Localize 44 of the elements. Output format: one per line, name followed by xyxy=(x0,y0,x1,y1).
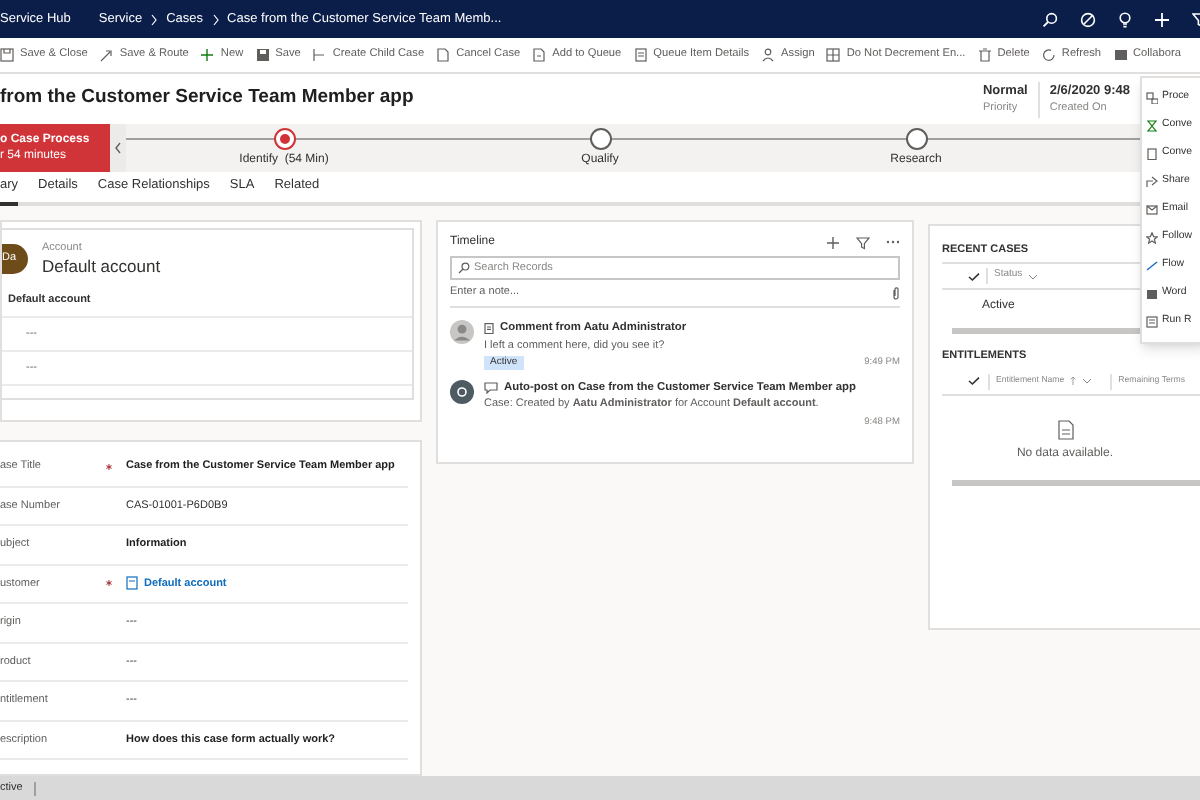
gear-avatar-icon xyxy=(450,379,474,404)
chevron-left-icon xyxy=(114,142,122,154)
hourglass-icon xyxy=(1146,120,1158,132)
document-icon xyxy=(633,47,648,62)
checkmark-icon[interactable] xyxy=(968,271,980,281)
person-avatar-icon xyxy=(450,320,474,344)
chevron-down-icon[interactable] xyxy=(1082,378,1093,384)
person-icon xyxy=(761,47,776,62)
chat-icon xyxy=(484,382,498,395)
plus-icon xyxy=(200,47,215,62)
document-icon xyxy=(436,47,451,62)
trash-icon xyxy=(977,47,992,62)
flowchart-icon xyxy=(1146,92,1158,104)
document-icon xyxy=(532,47,547,62)
filter-icon[interactable] xyxy=(856,235,870,249)
scrollbar[interactable] xyxy=(952,480,1200,486)
chevron-right-icon xyxy=(150,13,159,25)
share-icon xyxy=(1146,176,1158,188)
account-icon xyxy=(126,576,138,591)
grid-icon xyxy=(826,47,841,62)
refresh-icon xyxy=(1041,47,1056,62)
envelope-icon xyxy=(1146,204,1158,216)
paperclip-icon[interactable] xyxy=(892,286,900,300)
search-icon[interactable] xyxy=(1042,11,1058,27)
arrow-icon xyxy=(99,47,114,62)
plus-icon[interactable] xyxy=(1154,11,1170,27)
target-icon[interactable] xyxy=(1080,11,1096,27)
flow-icon xyxy=(1146,260,1158,272)
document-icon xyxy=(1057,420,1073,440)
stage-marker[interactable] xyxy=(589,128,611,150)
add-icon[interactable] xyxy=(826,235,840,249)
stage-marker[interactable] xyxy=(273,128,295,150)
account-name: Default account xyxy=(42,256,161,277)
stage-marker[interactable] xyxy=(905,128,927,150)
collapse-button[interactable] xyxy=(110,124,126,172)
search-icon xyxy=(458,262,470,274)
sort-up-icon xyxy=(1070,376,1077,386)
checkmark-icon[interactable] xyxy=(968,376,980,386)
lightbulb-icon[interactable] xyxy=(1118,11,1132,27)
report-icon xyxy=(1146,316,1158,328)
star-icon xyxy=(1146,232,1158,244)
chevron-right-icon xyxy=(211,13,220,25)
case-title: from the Customer Service Team Member app xyxy=(0,84,414,113)
chevron-down-icon[interactable] xyxy=(1028,273,1039,279)
